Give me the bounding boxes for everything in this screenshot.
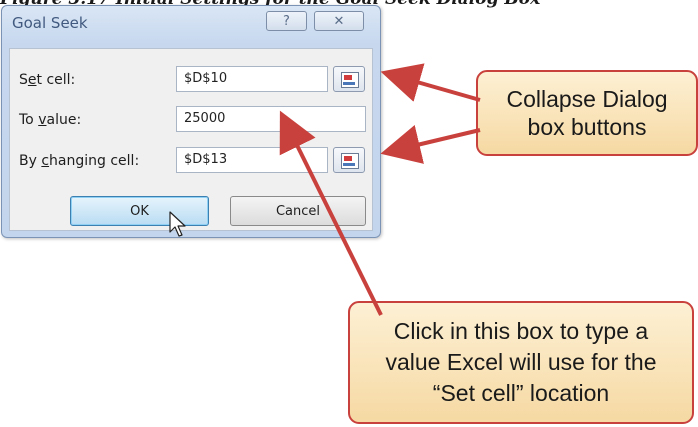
arrow-to-by-changing-collapse (380, 124, 481, 164)
arrow-to-to-value-field (279, 110, 383, 316)
arrow-to-set-cell-collapse (380, 63, 481, 102)
annotation-arrows (279, 63, 481, 316)
